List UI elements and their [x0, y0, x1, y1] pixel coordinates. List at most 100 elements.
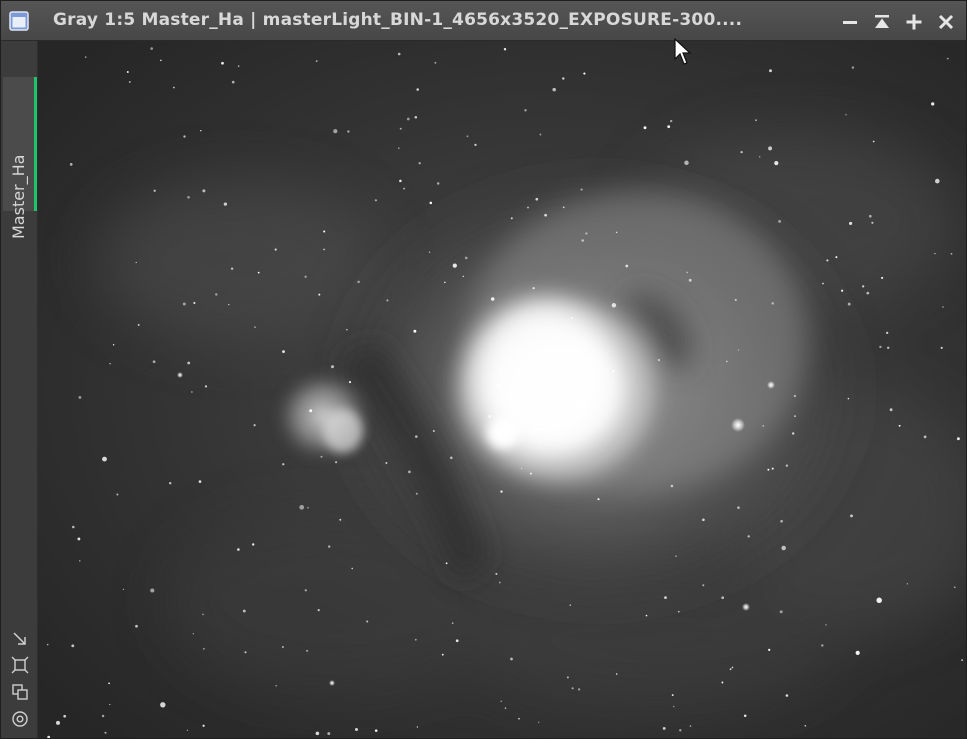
star	[434, 61, 437, 64]
star	[670, 484, 674, 488]
star	[886, 346, 890, 350]
star	[198, 480, 202, 483]
star	[923, 435, 927, 439]
star	[72, 525, 75, 529]
star	[339, 518, 342, 521]
star	[160, 59, 162, 62]
star	[187, 361, 191, 365]
star	[257, 271, 260, 274]
close-icon[interactable]	[935, 11, 957, 33]
star	[357, 280, 360, 284]
star	[386, 299, 389, 302]
view-tab-master-ha[interactable]: Master_Ha	[3, 77, 37, 239]
star	[204, 385, 208, 388]
star	[767, 468, 770, 471]
view-sidebar: Master_Ha	[1, 41, 38, 738]
star	[847, 397, 850, 400]
star	[385, 462, 388, 464]
star	[566, 676, 569, 679]
star	[686, 271, 689, 274]
star	[510, 217, 513, 220]
star	[335, 461, 338, 464]
star	[63, 714, 67, 718]
star	[495, 572, 498, 575]
star	[202, 724, 205, 727]
star	[416, 88, 419, 91]
star	[667, 125, 671, 129]
star	[688, 278, 692, 282]
star	[504, 707, 507, 709]
star	[192, 633, 195, 635]
star	[299, 504, 305, 510]
star	[726, 360, 728, 363]
star	[173, 86, 175, 89]
title-bar[interactable]: Gray 1:5 Master_Ha | masterLight_BIN-1_4…	[1, 1, 966, 41]
nebula-image	[38, 41, 966, 738]
bright-star	[731, 418, 745, 432]
star	[160, 702, 166, 708]
star	[778, 219, 782, 223]
star	[152, 360, 156, 364]
star	[768, 648, 771, 652]
star	[237, 65, 240, 67]
star	[953, 586, 956, 589]
star	[418, 162, 421, 165]
star	[612, 370, 615, 373]
star	[126, 71, 129, 73]
fit-view-icon[interactable]	[10, 655, 30, 675]
star	[441, 653, 444, 656]
shade-icon[interactable]	[871, 11, 893, 33]
star	[546, 348, 549, 352]
image-viewport[interactable]	[38, 41, 966, 738]
star	[414, 116, 418, 119]
star	[645, 614, 648, 617]
star	[737, 349, 740, 351]
star	[866, 291, 870, 295]
star	[496, 383, 501, 388]
star	[571, 687, 574, 690]
star	[112, 344, 115, 346]
star	[451, 622, 454, 624]
star	[153, 189, 156, 192]
star	[847, 302, 851, 306]
preview-icon[interactable]	[10, 709, 30, 729]
star	[242, 609, 246, 613]
star	[942, 306, 944, 308]
maximize-icon[interactable]	[903, 11, 925, 33]
clone-icon[interactable]	[10, 682, 30, 702]
star	[109, 703, 111, 706]
star	[193, 301, 196, 305]
star	[950, 252, 953, 255]
star	[69, 163, 73, 166]
star	[408, 470, 411, 474]
star	[399, 127, 402, 130]
star	[104, 731, 107, 734]
star	[673, 705, 675, 708]
star	[585, 232, 588, 235]
star	[520, 467, 523, 469]
star	[931, 102, 935, 106]
star	[355, 728, 358, 731]
image-window-icon[interactable]	[9, 11, 29, 31]
star	[462, 275, 464, 278]
star	[109, 363, 111, 365]
star	[961, 659, 963, 661]
star	[524, 109, 527, 112]
star	[774, 161, 779, 166]
star	[597, 498, 600, 501]
star	[413, 329, 417, 333]
star	[450, 456, 453, 460]
star	[317, 609, 320, 612]
star	[347, 130, 350, 133]
resize-icon[interactable]	[10, 629, 30, 649]
star	[530, 472, 532, 475]
star	[934, 252, 936, 255]
star	[529, 329, 532, 332]
star	[552, 87, 556, 92]
star	[889, 408, 893, 412]
minimize-icon[interactable]	[839, 11, 861, 33]
star	[747, 535, 750, 538]
star	[835, 256, 838, 259]
star	[490, 297, 495, 301]
star	[956, 437, 960, 441]
